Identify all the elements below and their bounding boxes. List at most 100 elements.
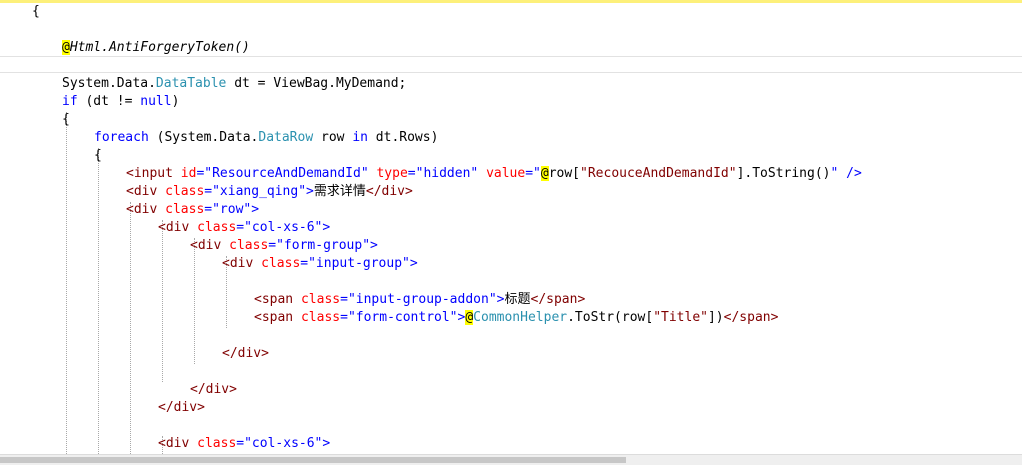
- code-token: "col-xs-6": [244, 436, 323, 451]
- code-token: =: [407, 166, 416, 181]
- code-token: </div>: [158, 400, 205, 415]
- code-token: =: [236, 220, 245, 235]
- code-token: =: [204, 184, 213, 199]
- code-editor[interactable]: {@Html.AntiForgeryToken() System.Data.Dat…: [0, 0, 1022, 454]
- code-line[interactable]: </div>: [190, 381, 237, 399]
- editor-top-highlight-bar: [0, 0, 1022, 3]
- code-token: </div>: [190, 382, 237, 397]
- code-token: "input-group": [308, 256, 410, 271]
- code-token: =: [268, 238, 277, 253]
- code-token: =: [340, 292, 348, 307]
- code-line[interactable]: {: [94, 147, 102, 165]
- code-token: <div: [190, 238, 222, 253]
- code-token: class: [157, 202, 205, 217]
- code-line[interactable]: @Html.AntiForgeryToken(): [62, 39, 250, 57]
- code-token: "xiang_qing": [212, 184, 307, 199]
- code-line[interactable]: if (dt != null): [62, 93, 179, 111]
- code-token: class: [189, 436, 237, 451]
- code-token: if: [62, 94, 78, 109]
- code-token: =: [204, 202, 213, 217]
- code-token: <div: [126, 202, 158, 217]
- code-token: foreach: [94, 130, 149, 145]
- code-line[interactable]: {: [32, 3, 40, 21]
- code-line[interactable]: <div class="input-group">: [222, 255, 418, 273]
- code-token: <span: [254, 292, 294, 307]
- code-token: {: [32, 4, 40, 19]
- code-token: class: [221, 238, 269, 253]
- code-line[interactable]: System.Data.DataTable dt = ViewBag.MyDem…: [62, 75, 406, 93]
- code-token: row[: [548, 166, 581, 181]
- code-token: class: [293, 310, 341, 325]
- code-token: <span: [254, 310, 294, 325]
- code-token: <div: [158, 436, 190, 451]
- code-token: ]): [707, 310, 724, 325]
- code-line[interactable]: </div>: [222, 345, 269, 363]
- code-token: </span>: [530, 292, 586, 307]
- code-token: @: [540, 166, 549, 181]
- code-token: dt.Rows): [367, 130, 439, 145]
- code-token: </div>: [365, 184, 413, 199]
- code-token: =: [236, 436, 245, 451]
- code-token: =: [300, 256, 309, 271]
- code-token: >: [370, 238, 378, 253]
- code-line[interactable]: <div class="row">: [126, 201, 259, 219]
- code-token: "ResourceAndDemandId": [204, 166, 369, 181]
- code-token: DataTable: [155, 76, 227, 91]
- code-token: class: [157, 184, 205, 199]
- code-token: >: [251, 202, 260, 217]
- code-token: <input: [126, 166, 173, 181]
- code-token: @: [62, 40, 70, 55]
- code-token: class: [253, 256, 301, 271]
- code-token: "col-xs-6": [244, 220, 323, 235]
- code-token: DataRow: [258, 130, 314, 145]
- code-token: >: [306, 184, 314, 199]
- code-line[interactable]: <div class="col-xs-6">: [158, 435, 330, 453]
- horizontal-scrollbar[interactable]: [0, 454, 1022, 465]
- code-line[interactable]: foreach (System.Data.DataRow row in dt.R…: [94, 129, 438, 147]
- code-token: <div: [126, 184, 158, 199]
- code-line[interactable]: <span class="form-control">@CommonHelper…: [254, 309, 778, 327]
- code-token: <div: [222, 256, 254, 271]
- code-line[interactable]: <div class="col-xs-6">: [158, 219, 330, 237]
- code-token: "form-group": [276, 238, 371, 253]
- code-token: @: [465, 310, 474, 325]
- code-token: =: [340, 310, 348, 325]
- code-line[interactable]: <input id="ResourceAndDemandId" type="hi…: [126, 165, 862, 183]
- code-token: .ToStr(row[: [567, 310, 654, 325]
- code-token: dt = ViewBag.MyDemand;: [226, 76, 407, 91]
- code-token: <div: [158, 220, 190, 235]
- code-token: ].ToString(): [736, 166, 831, 181]
- code-token: null: [140, 94, 172, 109]
- code-token: System.Data.: [62, 76, 156, 91]
- code-line[interactable]: </div>: [158, 399, 205, 417]
- code-token: >: [322, 436, 331, 451]
- horizontal-scrollbar-thumb[interactable]: [0, 457, 626, 463]
- code-token: >: [409, 256, 418, 271]
- code-token: type: [368, 166, 408, 181]
- code-line[interactable]: <div class="xiang_qing">需求详情</div>: [126, 183, 413, 201]
- current-line-highlight: [0, 56, 1022, 73]
- code-token: class: [189, 220, 237, 235]
- code-token: =: [525, 166, 534, 181]
- code-token: ": [533, 166, 541, 181]
- code-token: in: [352, 130, 368, 145]
- code-line[interactable]: <span class="input-group-addon">标题</span…: [254, 291, 585, 309]
- code-token: "RecouceAndDemandId": [580, 166, 737, 181]
- code-token: 需求详情: [313, 184, 366, 199]
- code-token: {: [62, 112, 70, 127]
- code-token: "form-control": [347, 310, 458, 325]
- code-token: id: [172, 166, 197, 181]
- code-token: "hidden": [415, 166, 479, 181]
- code-token: ): [171, 94, 180, 109]
- code-token: CommonHelper: [473, 310, 568, 325]
- code-line[interactable]: <div class="form-group">: [190, 237, 378, 255]
- code-token: >: [322, 220, 331, 235]
- code-token: "row": [212, 202, 252, 217]
- code-token: (System.Data.: [148, 130, 259, 145]
- code-line[interactable]: {: [62, 111, 70, 129]
- code-token: </div>: [222, 346, 269, 361]
- code-token: 标题: [504, 292, 531, 307]
- code-token: (dt !=: [77, 94, 141, 109]
- code-token: />: [838, 166, 862, 181]
- code-token: Html.AntiForgeryToken(): [69, 40, 250, 55]
